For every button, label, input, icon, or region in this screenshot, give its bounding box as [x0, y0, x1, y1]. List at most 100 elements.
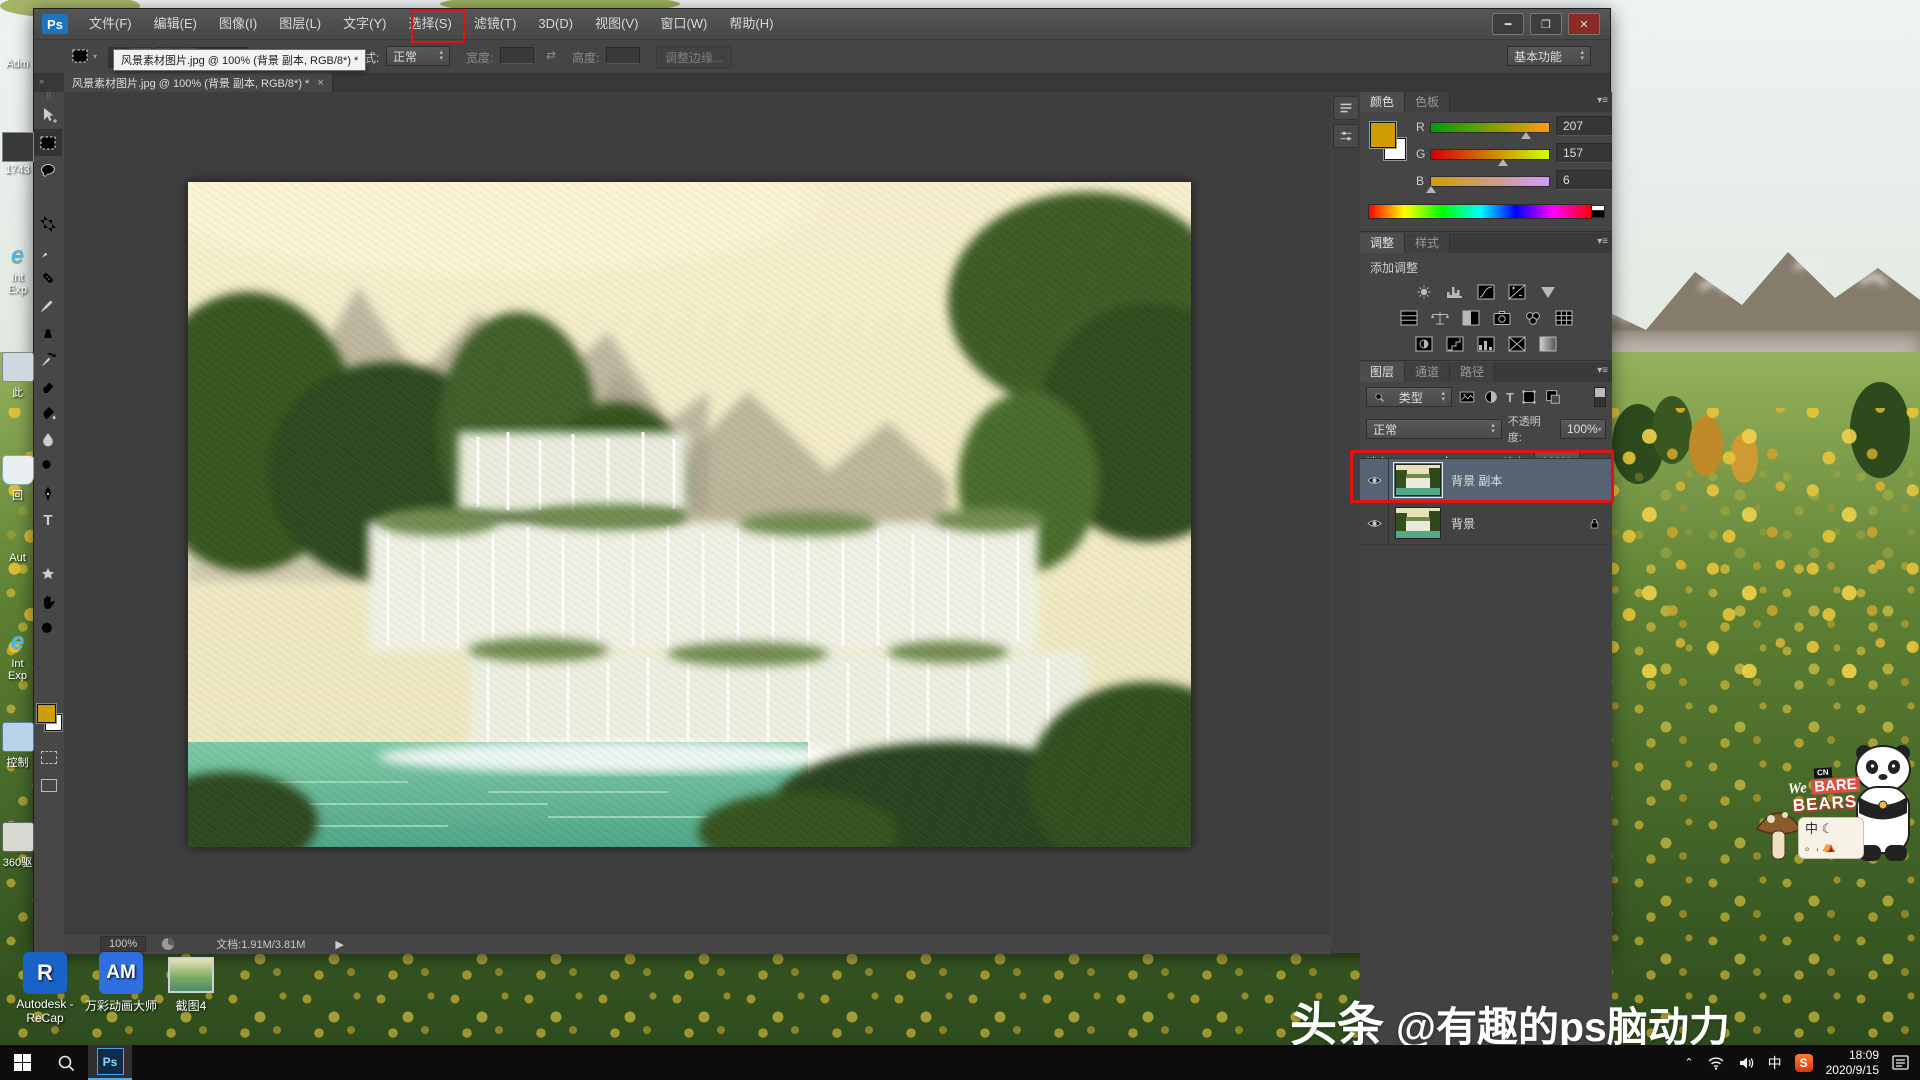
tab-color[interactable]: 颜色: [1360, 92, 1405, 112]
levels-adjustment[interactable]: [1442, 282, 1468, 302]
invert-adjustment[interactable]: [1411, 334, 1437, 354]
layer-filter-toggle[interactable]: [1594, 387, 1606, 407]
blend-mode-dropdown[interactable]: 正常▴▾: [1366, 419, 1502, 439]
eyedropper-tool[interactable]: [34, 237, 62, 264]
layer-name[interactable]: 背景: [1451, 515, 1475, 532]
opacity-value[interactable]: 100%▾: [1560, 419, 1606, 439]
custom-shape-tool[interactable]: [34, 561, 62, 588]
path-selection-tool[interactable]: [34, 534, 62, 561]
canvas-area[interactable]: [64, 92, 1331, 933]
crop-tool[interactable]: [34, 210, 62, 237]
tab-swatches[interactable]: 色板: [1405, 92, 1450, 112]
quick-selection-tool[interactable]: [34, 183, 62, 210]
taskbar-search-button[interactable]: [44, 1045, 88, 1080]
lasso-tool[interactable]: [34, 156, 62, 183]
tab-close-icon[interactable]: ×: [317, 77, 323, 89]
panel-collapse-icon[interactable]: »: [39, 76, 44, 86]
layer-thumbnail[interactable]: [1395, 507, 1441, 539]
minimize-button[interactable]: ━: [1492, 13, 1524, 35]
start-button[interactable]: [0, 1045, 44, 1080]
desktop-icon-recap[interactable]: R Autodesk - ReCap: [2, 952, 88, 1025]
gradient-map-adjustment[interactable]: [1504, 334, 1530, 354]
swap-dimensions-icon[interactable]: ⇄: [546, 48, 556, 62]
desktop-icon-recycle[interactable]: 回: [1, 455, 34, 503]
b-channel-slider[interactable]: [1430, 176, 1550, 187]
zoom-level[interactable]: 100%: [100, 936, 146, 952]
exposure-adjustment[interactable]: [1504, 282, 1530, 302]
history-brush-tool[interactable]: [34, 345, 62, 372]
quick-mask-button[interactable]: [35, 744, 63, 771]
vibrance-adjustment[interactable]: [1535, 282, 1561, 302]
black-ramp-chip[interactable]: [1591, 210, 1605, 218]
color-lookup-adjustment[interactable]: [1551, 308, 1577, 328]
menu-file[interactable]: 文件(F): [78, 9, 143, 39]
brush-tool[interactable]: [34, 291, 62, 318]
healing-brush-tool[interactable]: [34, 264, 62, 291]
filter-adjustment-layers-icon[interactable]: [1482, 388, 1500, 406]
menu-view[interactable]: 视图(V): [584, 9, 649, 39]
g-channel-slider[interactable]: [1430, 149, 1550, 160]
panel-menu-icon[interactable]: ▾≡: [1597, 95, 1608, 106]
desktop-icon-controlpanel[interactable]: 控制: [1, 722, 34, 770]
pen-tool[interactable]: [34, 480, 62, 507]
foreground-color-box[interactable]: [1370, 122, 1396, 148]
gradient-tool[interactable]: [34, 399, 62, 426]
filter-type-layers-icon[interactable]: T: [1506, 390, 1514, 405]
photo-filter-adjustment[interactable]: [1489, 308, 1515, 328]
screen-mode-button[interactable]: [35, 772, 63, 799]
black-white-adjustment[interactable]: [1458, 308, 1484, 328]
filter-shape-layers-icon[interactable]: [1520, 388, 1538, 406]
close-button[interactable]: ✕: [1568, 13, 1600, 35]
tab-layers[interactable]: 图层: [1360, 362, 1405, 382]
layer-filter-dropdown[interactable]: 类型▴▾: [1366, 387, 1452, 407]
filter-pixel-layers-icon[interactable]: [1458, 388, 1476, 406]
color-balance-adjustment[interactable]: [1427, 308, 1453, 328]
b-channel-value[interactable]: 6: [1556, 170, 1612, 190]
desktop-icon-ie2[interactable]: e IntExp: [1, 628, 34, 682]
threshold-adjustment[interactable]: [1473, 334, 1499, 354]
menu-image[interactable]: 图像(I): [208, 9, 268, 39]
layer-row-background[interactable]: 背景: [1360, 502, 1612, 545]
menu-3d[interactable]: 3D(D): [527, 9, 584, 39]
menu-filter[interactable]: 滤镜(T): [463, 9, 528, 39]
workspace-switcher[interactable]: 基本功能▴▾: [1507, 46, 1591, 66]
document-tab[interactable]: 风景素材图片.jpg @ 100% (背景 副本, RGB/8*) * ×: [64, 73, 333, 92]
foreground-color-swatch[interactable]: [37, 704, 56, 723]
desktop-icon-screenshot[interactable]: 截图4: [148, 957, 234, 1014]
desktop-icon-ie[interactable]: e IntExp: [1, 242, 34, 296]
hue-saturation-adjustment[interactable]: [1396, 308, 1422, 328]
posterize-adjustment[interactable]: [1442, 334, 1468, 354]
tab-adjustments[interactable]: 调整: [1360, 233, 1405, 253]
style-dropdown[interactable]: 正常▴▾: [386, 46, 450, 66]
tab-channels[interactable]: 通道: [1405, 362, 1450, 382]
desktop-icon-thispc[interactable]: 此: [1, 352, 34, 400]
document-size[interactable]: 文档:1.91M/3.81M: [216, 936, 305, 952]
panel-menu-icon[interactable]: ▾≡: [1597, 236, 1608, 247]
r-channel-value[interactable]: 207: [1556, 116, 1612, 136]
sogou-icon[interactable]: S: [1795, 1054, 1813, 1072]
dodge-tool[interactable]: [34, 453, 62, 480]
width-input[interactable]: [500, 47, 534, 64]
channel-mixer-adjustment[interactable]: [1520, 308, 1546, 328]
r-channel-slider[interactable]: [1430, 122, 1550, 133]
move-tool[interactable]: [34, 102, 62, 129]
type-tool[interactable]: T: [34, 507, 62, 534]
tab-paths[interactable]: 路径: [1450, 362, 1495, 382]
menu-help[interactable]: 帮助(H): [718, 9, 784, 39]
clone-stamp-tool[interactable]: [34, 318, 62, 345]
desktop-icon-autodesk[interactable]: Aut: [1, 552, 34, 564]
curves-adjustment[interactable]: [1473, 282, 1499, 302]
maximize-button[interactable]: ❐: [1530, 13, 1562, 35]
history-panel-button[interactable]: [1333, 96, 1359, 120]
toolbar-grip[interactable]: ⠿: [34, 92, 64, 102]
menu-type[interactable]: 文字(Y): [332, 9, 397, 39]
filter-smart-objects-icon[interactable]: [1544, 388, 1562, 406]
document-image[interactable]: [188, 182, 1191, 847]
tab-styles[interactable]: 样式: [1405, 233, 1450, 253]
zoom-tool[interactable]: [34, 615, 62, 642]
volume-icon[interactable]: [1738, 1056, 1755, 1070]
desktop-icon-360[interactable]: 360驱: [1, 822, 34, 870]
wifi-icon[interactable]: [1707, 1056, 1725, 1070]
panel-menu-icon[interactable]: ▾≡: [1597, 365, 1608, 376]
brightness-contrast-adjustment[interactable]: [1411, 282, 1437, 302]
